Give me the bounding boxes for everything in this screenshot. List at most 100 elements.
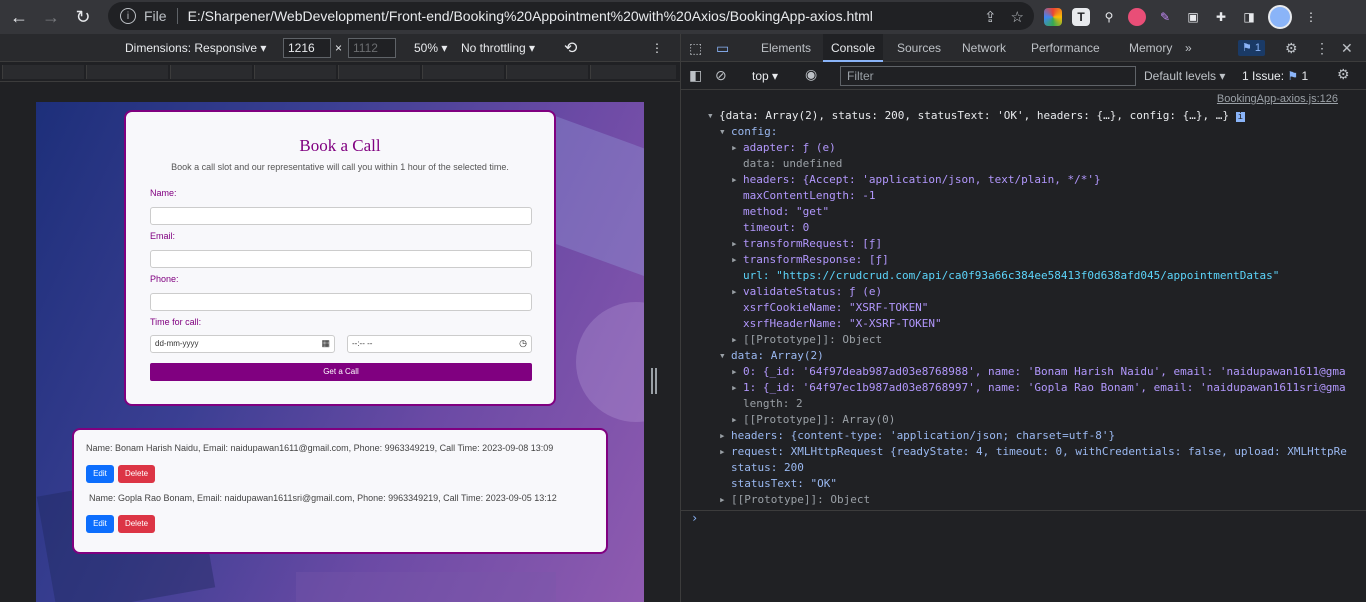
square-extension-icon[interactable]: ▣ bbox=[1184, 8, 1202, 26]
settings-gear-icon[interactable]: ⚙ bbox=[1285, 40, 1298, 57]
address-bar[interactable]: i File E:/Sharpener/WebDevelopment/Front… bbox=[108, 2, 1034, 30]
collapsed-arrow-icon[interactable]: ▸ bbox=[731, 284, 743, 300]
url-text[interactable]: E:/Sharpener/WebDevelopment/Front-end/Bo… bbox=[188, 8, 873, 24]
share-icon[interactable]: ⇪ bbox=[984, 8, 997, 26]
console-line[interactable]: ▸ 0: {_id: '64f97deab987ad03e8768988', na… bbox=[731, 364, 1346, 380]
calendar-icon[interactable]: ▦ bbox=[321, 338, 330, 349]
issues-badge[interactable]: ⚑ 1 bbox=[1238, 40, 1266, 56]
side-panel-icon[interactable]: ◨ bbox=[1240, 8, 1258, 26]
console-line[interactable]: ▾ config: bbox=[719, 124, 777, 140]
feather-extension-icon[interactable]: ✎ bbox=[1156, 8, 1174, 26]
tab-sources[interactable]: Sources bbox=[889, 34, 949, 62]
forward-icon[interactable]: → bbox=[38, 4, 64, 30]
media-segment[interactable] bbox=[170, 65, 252, 79]
media-segment[interactable] bbox=[254, 65, 336, 79]
bookmark-star-icon[interactable]: ☆ bbox=[1011, 8, 1024, 26]
time-input[interactable]: --:-- -- ◷ bbox=[347, 335, 532, 353]
console-line[interactable]: ▸ 1: {_id: '64f97ec1b987ad03e8768997', na… bbox=[731, 380, 1346, 396]
device-toggle-icon[interactable]: ▭ bbox=[716, 40, 729, 57]
collapsed-arrow-icon[interactable]: ▸ bbox=[731, 140, 743, 156]
clock-icon[interactable]: ◷ bbox=[519, 338, 527, 349]
media-segment[interactable] bbox=[590, 65, 676, 79]
log-levels-dropdown[interactable]: Default levels ▾ bbox=[1144, 69, 1225, 83]
tab-console[interactable]: Console bbox=[823, 34, 884, 62]
media-segment[interactable] bbox=[506, 65, 588, 79]
console-line[interactable]: ▾ data: Array(2) bbox=[719, 348, 824, 364]
console-line[interactable]: ▸ [[Prototype]]: Object bbox=[719, 492, 870, 508]
throttling-dropdown[interactable]: No throttling ▾ bbox=[461, 41, 535, 55]
more-tabs-icon[interactable]: » bbox=[1177, 34, 1200, 62]
dimensions-dropdown[interactable]: Dimensions: Responsive ▾ bbox=[125, 41, 266, 55]
zoom-dropdown[interactable]: 50% ▾ bbox=[414, 41, 447, 55]
clear-console-icon[interactable]: ⊘ bbox=[715, 67, 727, 84]
console-line[interactable]: ▸ request: XMLHttpRequest {readyState: 4,… bbox=[719, 444, 1347, 460]
collapsed-arrow-icon[interactable]: ▸ bbox=[731, 412, 743, 428]
text-extension-icon[interactable]: T bbox=[1072, 8, 1090, 26]
collapsed-arrow-icon[interactable]: ▸ bbox=[731, 172, 743, 188]
back-icon[interactable]: ← bbox=[6, 4, 32, 30]
email-input[interactable] bbox=[150, 250, 532, 268]
info-icon[interactable]: i bbox=[120, 8, 136, 24]
console-line[interactable]: ▸ transformRequest: [ƒ] bbox=[731, 236, 882, 252]
collapsed-arrow-icon[interactable]: ▸ bbox=[731, 252, 743, 268]
console-settings-icon[interactable]: ⚙ bbox=[1337, 66, 1350, 83]
collapsed-arrow-icon[interactable]: ▸ bbox=[719, 428, 731, 444]
collapsed-arrow-icon[interactable]: ▸ bbox=[719, 444, 731, 460]
get-a-call-button[interactable]: Get a Call bbox=[150, 363, 532, 381]
context-selector[interactable]: top ▾ bbox=[752, 69, 778, 83]
name-input[interactable] bbox=[150, 207, 532, 225]
devtools-more-icon[interactable]: ⋮ bbox=[1315, 40, 1329, 57]
media-segment[interactable] bbox=[2, 65, 84, 79]
console-line[interactable]: ▸ [[Prototype]]: Object bbox=[731, 332, 882, 348]
console-prompt-icon[interactable]: › bbox=[691, 511, 698, 525]
expanded-arrow-icon[interactable]: ▾ bbox=[719, 348, 731, 364]
resize-handle[interactable] bbox=[651, 368, 657, 394]
close-devtools-icon[interactable]: ✕ bbox=[1341, 40, 1353, 57]
date-input[interactable]: dd-mm-yyyy ▦ bbox=[150, 335, 335, 353]
collapsed-arrow-icon[interactable]: ▸ bbox=[731, 236, 743, 252]
media-query-bar[interactable] bbox=[0, 62, 680, 82]
edit-button[interactable]: Edit bbox=[86, 465, 114, 483]
puzzle-extensions-icon[interactable]: ✚ bbox=[1212, 8, 1230, 26]
source-link[interactable]: BookingApp-axios.js:126 bbox=[1217, 93, 1338, 105]
filter-input[interactable]: Filter bbox=[840, 66, 1136, 86]
height-input[interactable]: 1112 bbox=[348, 38, 396, 58]
tab-performance[interactable]: Performance bbox=[1023, 34, 1108, 62]
expanded-arrow-icon[interactable]: ▾ bbox=[707, 108, 719, 124]
device-more-icon[interactable]: ⋮ bbox=[651, 41, 663, 55]
tab-network[interactable]: Network bbox=[954, 34, 1014, 62]
reload-icon[interactable]: ↻ bbox=[70, 4, 96, 30]
console-line[interactable]: ▸ headers: {Accept: 'application/json, te… bbox=[731, 172, 1101, 188]
delete-button[interactable]: Delete bbox=[118, 465, 155, 483]
profile-avatar[interactable] bbox=[1268, 5, 1292, 29]
width-input[interactable]: 1216 bbox=[283, 38, 331, 58]
delete-button[interactable]: Delete bbox=[118, 515, 155, 533]
collapsed-arrow-icon[interactable]: ▸ bbox=[731, 364, 743, 380]
inspect-element-icon[interactable]: ⬚ bbox=[689, 40, 702, 57]
collapsed-arrow-icon[interactable]: ▸ bbox=[719, 492, 731, 508]
color-picker-extension-icon[interactable] bbox=[1044, 8, 1062, 26]
tab-memory[interactable]: Memory bbox=[1121, 34, 1180, 62]
info-badge-icon[interactable]: i bbox=[1235, 112, 1245, 122]
pin-extension-icon[interactable]: ⚲ bbox=[1100, 8, 1118, 26]
media-segment[interactable] bbox=[422, 65, 504, 79]
console-line[interactable]: ▸ [[Prototype]]: Array(0) bbox=[731, 412, 895, 428]
phone-input[interactable] bbox=[150, 293, 532, 311]
console-line[interactable]: ▾ {data: Array(2), status: 200, statusTex… bbox=[707, 108, 1245, 124]
live-expression-eye-icon[interactable]: ◉ bbox=[805, 66, 817, 83]
console-line[interactable]: ▸ adapter: ƒ (e) bbox=[731, 140, 836, 156]
console-line[interactable]: ▸ headers: {content-type: 'application/js… bbox=[719, 428, 1115, 444]
console-line[interactable]: ▸ validateStatus: ƒ (e) bbox=[731, 284, 882, 300]
browser-menu-icon[interactable]: ⋮ bbox=[1302, 8, 1320, 26]
issues-indicator[interactable]: 1 Issue: ⚑ 1 bbox=[1242, 69, 1308, 83]
rotate-icon[interactable]: ⟲ bbox=[564, 38, 577, 58]
tab-elements[interactable]: Elements bbox=[753, 34, 819, 62]
sidebar-toggle-icon[interactable]: ◧ bbox=[689, 67, 702, 84]
collapsed-arrow-icon[interactable]: ▸ bbox=[731, 380, 743, 396]
edit-button[interactable]: Edit bbox=[86, 515, 114, 533]
expanded-arrow-icon[interactable]: ▾ bbox=[719, 124, 731, 140]
collapsed-arrow-icon[interactable]: ▸ bbox=[731, 332, 743, 348]
round-extension-icon[interactable] bbox=[1128, 8, 1146, 26]
media-segment[interactable] bbox=[86, 65, 168, 79]
media-segment[interactable] bbox=[338, 65, 420, 79]
